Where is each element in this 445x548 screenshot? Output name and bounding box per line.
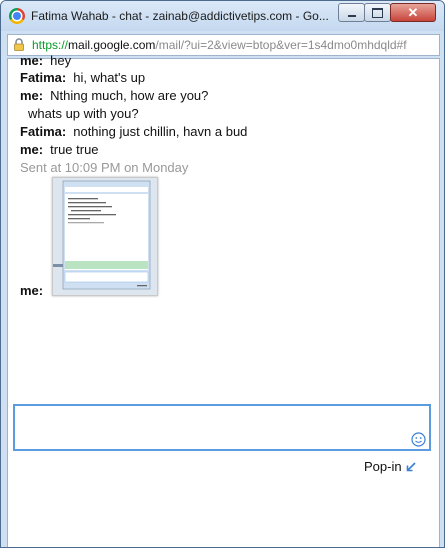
message-sender: me:	[20, 53, 44, 68]
title-bar[interactable]: Fatima Wahab - chat - zainab@addictiveti…	[1, 1, 444, 31]
thumbnail-image	[53, 178, 157, 295]
sent-timestamp: Sent at 10:09 PM on Monday	[20, 160, 189, 175]
url-text[interactable]: https://mail.google.com/mail/?ui=2&view=…	[32, 38, 407, 52]
attachment-message: me:	[20, 283, 50, 298]
message-text: true true	[50, 142, 99, 157]
screenshot-thumbnail[interactable]	[52, 177, 158, 296]
maximize-button[interactable]	[364, 3, 391, 22]
smiley-icon[interactable]	[411, 432, 426, 447]
browser-window: Fatima Wahab - chat - zainab@addictiveti…	[0, 0, 445, 548]
address-bar[interactable]: https://mail.google.com/mail/?ui=2&view=…	[7, 34, 440, 56]
close-button[interactable]: ✕	[390, 3, 436, 22]
minimize-button[interactable]	[338, 3, 365, 22]
maximize-icon	[372, 7, 383, 18]
pop-in-label: Pop-in	[364, 459, 402, 474]
chat-panel: me: hey Fatima: hi, what's up me: Nthing mu…	[7, 53, 440, 547]
message-input[interactable]	[13, 404, 431, 451]
chat-message: Fatima: hi, what's up	[20, 70, 145, 85]
close-icon: ✕	[407, 5, 419, 20]
message-sender: Fatima:	[20, 124, 67, 139]
message-text: hey	[50, 53, 72, 68]
url-host: mail.google.com	[68, 38, 156, 52]
lock-icon	[14, 38, 24, 51]
message-sender: me:	[20, 283, 44, 298]
minimize-icon	[347, 14, 356, 17]
url-scheme: https://	[32, 38, 69, 52]
chrome-icon	[9, 8, 25, 24]
message-continuation: whats up with you?	[28, 106, 139, 121]
message-sender: me:	[20, 88, 44, 103]
arrow-down-left-icon	[406, 461, 416, 471]
chat-message: Fatima: nothing just chillin, havn a bud	[20, 124, 247, 139]
message-text: hi, what's up	[73, 70, 146, 85]
chat-message: me: Nthing much, how are you?	[20, 88, 208, 103]
pop-in-link[interactable]: Pop-in	[364, 459, 416, 474]
url-path: /mail/?ui=2&view=btop&ver=1s4dmo0mhdqld#…	[155, 38, 407, 52]
message-sender: me:	[20, 142, 44, 157]
chat-message: me: true true	[20, 142, 99, 157]
window-title: Fatima Wahab - chat - zainab@addictiveti…	[31, 9, 329, 23]
message-sender: Fatima:	[20, 70, 67, 85]
message-text: Nthing much, how are you?	[50, 88, 209, 103]
chat-message: me: hey	[20, 53, 71, 68]
message-text: nothing just chillin, havn a bud	[73, 124, 248, 139]
